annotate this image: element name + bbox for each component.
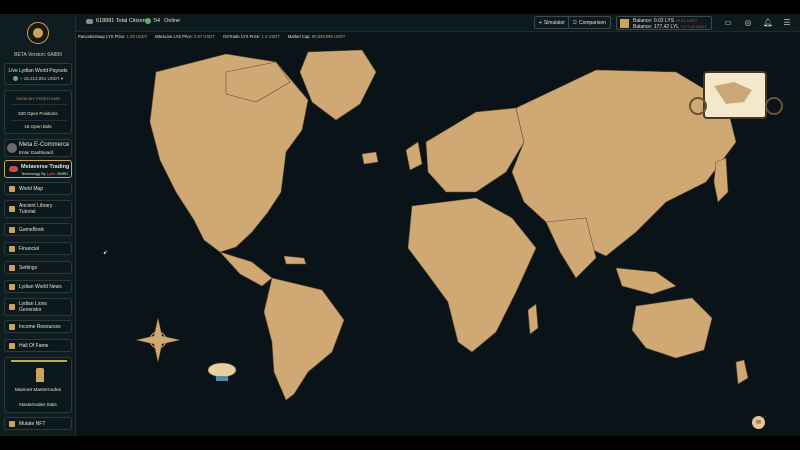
open-bids[interactable]: 16 Open Bids [5,124,71,129]
payouts-value: ~ 18,213,951 USDT ▾ [5,76,71,82]
lion-icon [9,304,15,310]
profile-icon[interactable]: ◎ [742,16,754,28]
nft-icon [9,420,15,427]
masternodes-panel[interactable]: Mainnet Masternodes Masternodes Stats [4,357,72,413]
trading-icon [9,166,18,172]
southeast-asia [615,267,677,295]
top-letterbox [0,0,800,14]
world-map[interactable] [76,42,800,436]
greenland [299,49,377,121]
japan [713,157,729,203]
citizens-stat: 618881 Total Citizens [86,18,149,24]
open-positions[interactable]: 530 Open Positions [5,111,71,116]
price-ticker: PancakeSwap LYS Price: 1.03 USDT BitesLi… [78,34,345,39]
ticker-biteslive: BitesLive LYS Price: 0.97 USDT [155,34,215,39]
sidebar-item-income[interactable]: Income Resources [4,320,72,333]
sidebar-item-world-map[interactable]: World Map [4,182,72,195]
sidebar-item-hall-of-fame[interactable]: Hall Of Fame [4,339,72,352]
online-stat: 54 Online [145,18,180,24]
sidebar-item-mutate-nft[interactable]: Mutate NFT [4,417,72,430]
metaverse-trading-button[interactable]: Metaverse Trading Technology By Lyds XBI… [4,160,72,178]
payouts-panel: Live Lydian World Payouts ~ 18,213,951 U… [4,63,72,85]
news-icon [9,283,15,290]
lydian-logo[interactable] [27,22,49,44]
ticker-gstrade: GSTrade LYS Price: 1.4 USDT [222,34,280,39]
meta-avatar-icon [7,143,17,153]
chevron-down-icon[interactable]: ▾ [61,76,63,81]
coin-icon [12,76,18,82]
madagascar [527,303,539,335]
europe [425,107,525,193]
divider [11,120,67,121]
ticker-pancakeswap: PancakeSwap LYS Price: 1.03 USDT [78,34,148,39]
book-icon [9,206,15,212]
map-icon [9,185,15,192]
sidebar-item-settings[interactable]: Settings [4,261,72,274]
iceland [361,151,379,165]
meta-title: Meta E-Commerce [19,142,70,148]
ticker-marketcap: Market Cap: 90,838,086 USDT [287,34,346,39]
south-america [263,277,345,401]
simulator-button[interactable]: ⌖ Simulator [534,16,570,29]
compare-icon: ⎋ [573,19,577,26]
tower-icon [36,368,44,382]
australia [631,297,713,359]
wallet-icon[interactable]: ▭ [722,16,734,28]
masternodes-title[interactable]: Mainnet Masternodes [5,388,71,393]
gamebook-icon [9,226,15,233]
sidebar-item-lions-generator[interactable]: Lydian Lions Generator [4,298,72,316]
positions-panel[interactable]: VIEW MY POSITIONS 530 Open Positions 16 … [4,90,72,134]
caribbean [283,255,307,265]
payouts-title: Live Lydian World Payouts [8,68,68,74]
view-positions-header[interactable]: VIEW MY POSITIONS [5,96,71,101]
meta-ecommerce-button[interactable]: Meta E-Commerce Enter Dashboard [4,139,72,157]
token-icon [620,19,629,28]
logo-emblem-icon [33,28,43,38]
bottom-letterbox [0,436,800,450]
panel-accent-bar [11,360,67,362]
compass-rose-icon [135,317,181,363]
balance-lyl: Balance: 177.42 LYL +177.42 USDT [633,24,707,30]
uk [405,141,423,171]
sidebar-item-news[interactable]: Lydian World News [4,280,72,293]
citizens-icon [86,18,93,24]
sidebar-item-ancient-library[interactable]: Ancient Library Tutorial [4,200,72,218]
menu-icon[interactable]: ☰ [781,16,793,28]
beta-version: BETA Version: 6A889 [14,52,62,58]
sidebar-item-gamebook[interactable]: GameBook [4,223,72,236]
mt-title: Metaverse Trading [21,164,70,170]
chat-icon[interactable]: ✉ [752,416,765,429]
masternodes-stats[interactable]: Masternodes Stats [5,402,71,407]
mt-subtitle: Technology By Lyds XBIRD [21,172,69,176]
treasure-map-decoration [689,71,783,119]
africa [407,197,537,353]
sidebar-item-financial[interactable]: Financial [4,242,72,255]
financial-icon [9,245,15,252]
mouse-cursor-icon: ➹ [103,250,109,256]
comparison-button[interactable]: ⎋ Comparison [568,16,611,29]
trophy-icon [9,342,15,349]
gear-icon [9,264,15,271]
online-icon [145,18,151,24]
balance-panel[interactable]: Balance: 0.02 LYS +0.01 USDT Balance: 17… [616,16,712,30]
asia [511,69,737,257]
divider [11,104,67,105]
central-america [219,251,273,287]
notification-bell-icon[interactable]: 🔔︎ [762,16,774,28]
pin-icon: ⌖ [539,19,542,26]
income-icon [9,323,15,330]
new-zealand [735,359,749,385]
airship-decoration [207,362,237,381]
meta-subtitle: Enter Dashboard [19,150,54,155]
india [545,217,597,279]
